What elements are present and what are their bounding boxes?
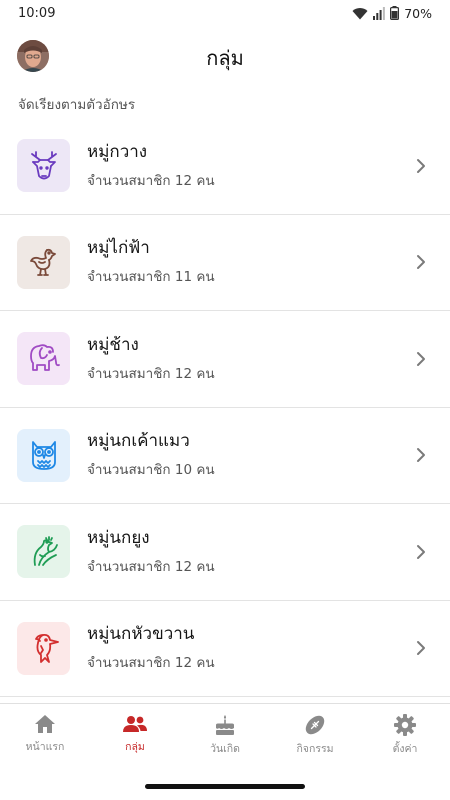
member-count: จำนวนสมาชิก 10 คน	[87, 462, 215, 479]
status-bar: 10:09 70%	[0, 0, 450, 26]
group-name: หมู่ช้าง	[87, 334, 139, 355]
status-icons: 70%	[352, 6, 432, 21]
group-icon	[123, 716, 147, 732]
group-name: หมู่นกยูง	[87, 527, 150, 548]
group-name: หมู่กวาง	[87, 141, 148, 162]
group-name: หมู่นกหัวขวาน	[87, 624, 195, 645]
nav-home[interactable]: หน้าแรก	[0, 704, 90, 767]
wifi-icon	[352, 7, 368, 20]
nav-label: ตั้งค่า	[392, 743, 418, 755]
home-indicator[interactable]	[145, 784, 305, 789]
list-item-group-woodpecker[interactable]: หมู่นกหัวขวาน จำนวนสมาชิก 12 คน	[0, 601, 450, 697]
nav-label: วันเกิด	[210, 743, 240, 755]
chevron-right-icon	[417, 255, 425, 270]
list-item-group-owl[interactable]: หมู่นกเค้าแมว จำนวนสมาชิก 10 คน	[0, 408, 450, 504]
home-icon	[35, 715, 55, 733]
cake-icon	[216, 715, 234, 735]
peacock-icon	[17, 525, 70, 579]
member-count: จำนวนสมาชิก 12 คน	[87, 655, 215, 672]
nav-label: กลุ่ม	[125, 741, 145, 753]
nav-settings[interactable]: ตั้งค่า	[360, 704, 450, 767]
battery-icon	[390, 6, 400, 20]
sort-label: จัดเรียงตามตัวอักษร	[18, 97, 136, 113]
elephant-icon	[17, 332, 70, 386]
status-time: 10:09	[18, 5, 56, 21]
group-name: หมู่นกเค้าแมว	[87, 431, 190, 452]
chevron-right-icon	[417, 544, 425, 559]
signal-icon	[373, 6, 386, 20]
list-item-group-peacock[interactable]: หมู่นกยูง จำนวนสมาชิก 12 คน	[0, 504, 450, 601]
member-count: จำนวนสมาชิก 11 คน	[87, 269, 215, 286]
nav-activities[interactable]: กิจกรรม	[270, 704, 360, 767]
member-count: จำนวนสมาชิก 12 คน	[87, 172, 215, 189]
owl-icon	[17, 428, 70, 482]
group-name: หมู่ไก่ฟ้า	[87, 238, 150, 259]
group-list: หมู่กวาง จำนวนสมาชิก 12 คน หมู่ไก่ฟ้า จำ…	[0, 118, 450, 697]
nav-groups[interactable]: กลุ่ม	[90, 704, 180, 767]
football-icon	[305, 715, 325, 735]
nav-label: หน้าแรก	[25, 741, 65, 753]
member-count: จำนวนสมาชิก 12 คน	[87, 365, 215, 382]
chevron-right-icon	[417, 641, 425, 656]
list-item-group-deer[interactable]: หมู่กวาง จำนวนสมาชิก 12 คน	[0, 118, 450, 215]
woodpecker-icon	[17, 621, 70, 675]
nav-birthday[interactable]: วันเกิด	[180, 704, 270, 767]
bottom-nav: หน้าแรก กลุ่ม วันเกิด กิจกรรม ตั้งค่า	[0, 703, 450, 767]
page-title: กลุ่ม	[206, 46, 244, 70]
chevron-right-icon	[417, 351, 425, 366]
header: กลุ่ม	[0, 26, 450, 84]
gear-icon	[394, 714, 416, 736]
chevron-right-icon	[417, 448, 425, 463]
nav-label: กิจกรรม	[296, 743, 334, 755]
member-count: จำนวนสมาชิก 12 คน	[87, 558, 215, 575]
pheasant-icon	[17, 235, 70, 289]
battery-percent: 70%	[404, 5, 432, 21]
deer-icon	[17, 139, 70, 193]
list-item-group-elephant[interactable]: หมู่ช้าง จำนวนสมาชิก 12 คน	[0, 311, 450, 408]
list-item-group-pheasant[interactable]: หมู่ไก่ฟ้า จำนวนสมาชิก 11 คน	[0, 215, 450, 311]
chevron-right-icon	[417, 158, 425, 173]
